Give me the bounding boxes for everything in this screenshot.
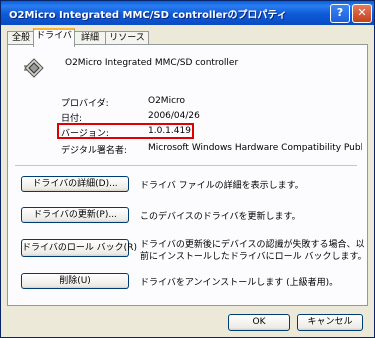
device-name: O2Micro Integrated MMC/SD controller <box>65 58 239 68</box>
window-title: O2Micro Integrated MMC/SD controllerのプロパ… <box>9 10 287 21</box>
signer-value: Microsoft Windows Hardware Compatibility… <box>148 143 362 153</box>
properties-dialog: O2Micro Integrated MMC/SD controllerのプロパ… <box>0 0 375 338</box>
ok-button[interactable]: OK <box>228 314 290 331</box>
close-button[interactable]: ✕ <box>352 4 372 23</box>
uninstall-button[interactable]: 削除(U) <box>21 273 129 289</box>
driver-details-button[interactable]: ドライバの詳細(D)... <box>21 176 129 192</box>
driver-tab-panel <box>7 44 368 306</box>
provider-value: O2Micro <box>148 96 186 106</box>
tab-general[interactable]: 全般 <box>7 31 35 45</box>
tab-resources[interactable]: リソース <box>105 31 149 45</box>
separator <box>15 165 357 166</box>
cancel-button[interactable]: キャンセル <box>297 314 363 331</box>
uninstall-desc: ドライバをアンインストールします (上級者用)。 <box>140 278 339 288</box>
version-value: 1.0.1.419 <box>148 126 191 136</box>
rollback-desc-line2: 前にインストールしたドライバにロール バックします。 <box>140 252 367 262</box>
tab-driver[interactable]: ドライバ <box>33 28 75 47</box>
chip-icon <box>24 58 44 78</box>
update-driver-desc: このデバイスのドライバを更新します。 <box>140 212 301 222</box>
tab-details[interactable]: 詳細 <box>74 31 106 45</box>
update-driver-button[interactable]: ドライバの更新(P)... <box>21 207 129 223</box>
driver-details-desc: ドライバ ファイルの詳細を表示します。 <box>140 181 304 191</box>
provider-label: プロバイダ: <box>61 99 109 109</box>
date-value: 2006/04/26 <box>148 111 200 121</box>
title-bar[interactable]: O2Micro Integrated MMC/SD controllerのプロパ… <box>1 1 374 25</box>
signer-label: デジタル署名者: <box>61 146 127 156</box>
version-label: バージョン: <box>61 129 109 139</box>
help-button[interactable]: ? <box>330 4 350 23</box>
rollback-driver-button[interactable]: ドライバのロール バック(R) <box>21 239 137 257</box>
